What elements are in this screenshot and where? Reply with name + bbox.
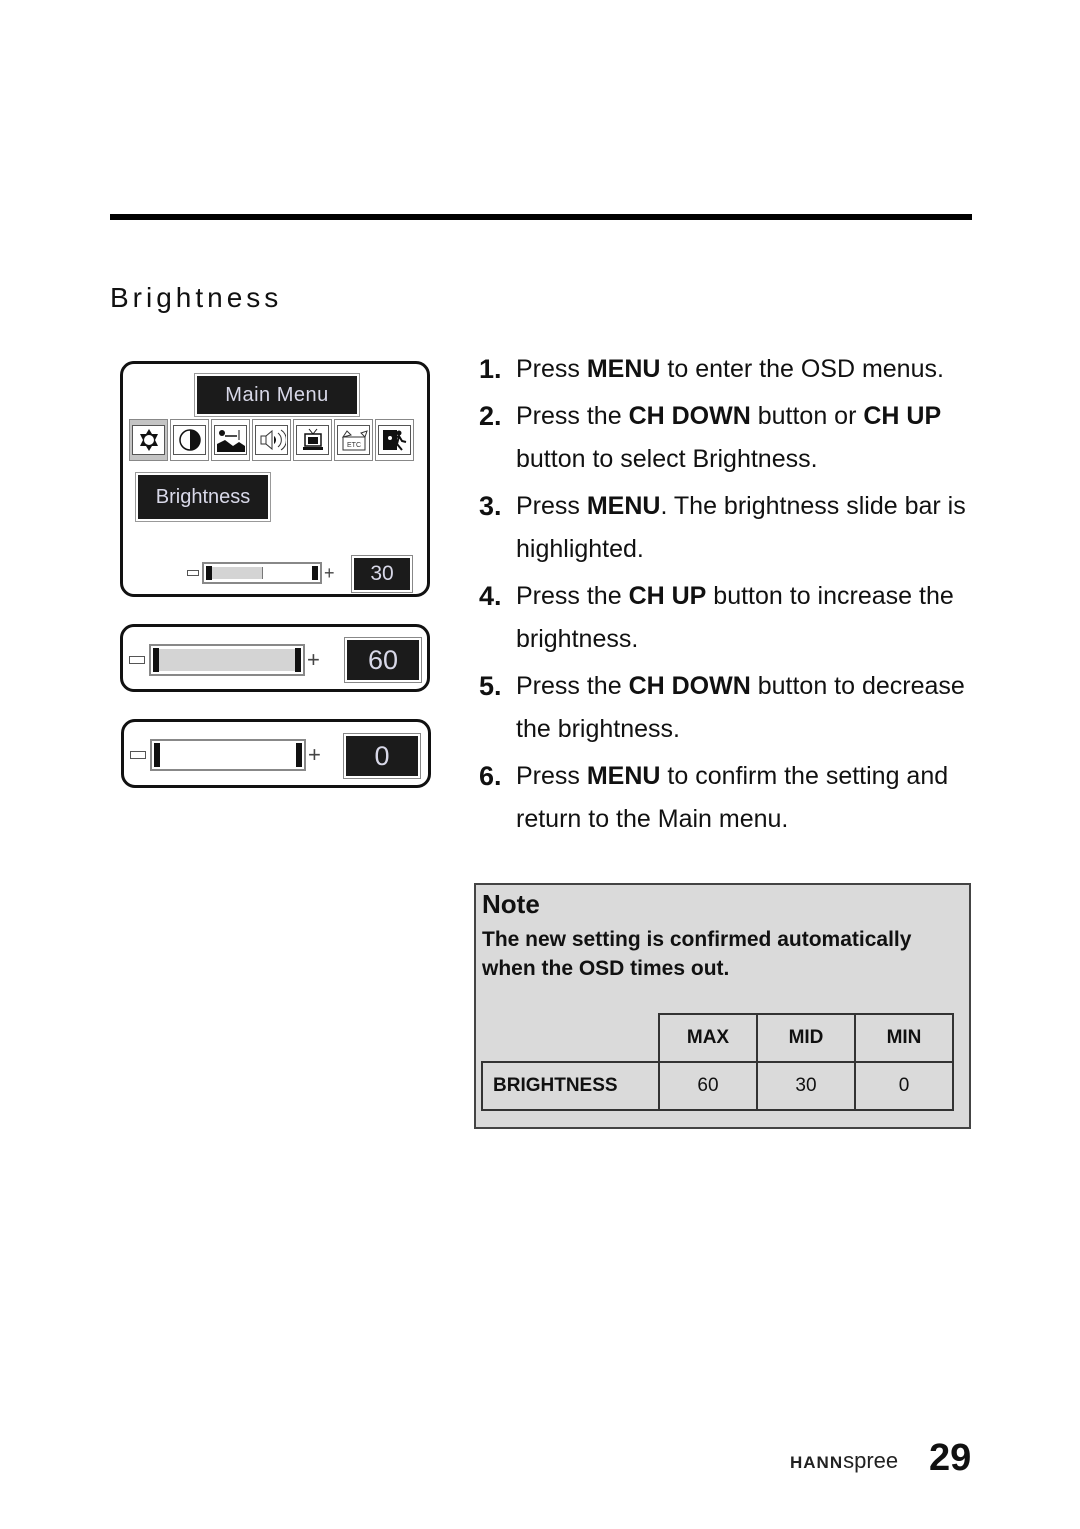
osd-tab-tv[interactable] <box>293 419 332 461</box>
step-text: Press <box>516 355 587 383</box>
table-corner-cell <box>482 1014 659 1063</box>
osd-tab-exit[interactable] <box>375 419 414 461</box>
step-keyword: CH DOWN <box>628 672 751 700</box>
osd-brightness-max: + 60 <box>120 624 430 692</box>
step-keyword: CH UP <box>628 582 707 610</box>
step-text: Press <box>516 762 587 790</box>
osd-brightness-slider[interactable]: + <box>187 562 335 584</box>
step-number: 1. <box>479 354 502 384</box>
table-row: BRIGHTNESS 60 30 0 <box>481 1061 954 1111</box>
osd-selected-item: Brightness <box>135 472 271 522</box>
step-keyword: MENU <box>586 762 661 790</box>
step-text: button to select Brightness. <box>516 445 818 473</box>
minus-icon <box>130 751 146 759</box>
table-header-mid: MID <box>756 1013 856 1063</box>
step-number: 5. <box>479 671 502 701</box>
brand-bold: HANN <box>790 1453 844 1472</box>
step-keyword: MENU <box>586 492 661 520</box>
step-text: button or <box>750 402 864 430</box>
plus-icon: + <box>324 563 335 583</box>
table-cell-max: 60 <box>658 1061 758 1111</box>
osd-tab-etc[interactable]: ETC <box>334 419 373 461</box>
step-number: 3. <box>479 491 502 521</box>
note-text: The new setting is confirmed automatical… <box>482 928 912 980</box>
osd-value-readout: 0 <box>343 733 421 779</box>
step-text: Press <box>516 492 587 520</box>
section-title: Brightness <box>110 282 283 313</box>
plus-icon: + <box>308 742 321 767</box>
step-number: 2. <box>479 401 502 431</box>
etc-icon: ETC <box>337 425 370 455</box>
slider-track[interactable] <box>150 739 306 771</box>
osd-tab-sound[interactable] <box>252 419 291 461</box>
brand-light: spree <box>843 1448 899 1473</box>
slider-track[interactable] <box>202 562 322 584</box>
brand-logo: HANNspree <box>790 1448 898 1474</box>
osd-value-readout: 60 <box>344 637 422 683</box>
step-item: 1. Press MENU to enter the OSD menus. <box>479 348 979 391</box>
slider-fill <box>159 649 296 671</box>
osd-menu-title: Main Menu <box>194 373 360 417</box>
osd-tab-contrast[interactable] <box>170 419 209 461</box>
note-title: Note <box>482 889 540 919</box>
table-cell-min: 0 <box>854 1061 954 1111</box>
slider-cap-right <box>312 566 318 580</box>
osd-brightness-min: + 0 <box>121 719 431 788</box>
brightness-icon <box>132 425 165 455</box>
step-number: 4. <box>479 581 502 611</box>
step-item: 5. Press the CH DOWN button to decrease t… <box>479 665 979 751</box>
contrast-icon <box>173 425 206 455</box>
step-item: 2. Press the CH DOWN button or CH UP butt… <box>479 395 979 481</box>
step-item: 3. Press MENU. The brightness slide bar i… <box>479 485 979 571</box>
etc-label: ETC <box>347 442 361 449</box>
osd-brightness-slider-min[interactable]: + <box>130 739 321 771</box>
step-item: 4. Press the CH UP button to increase the… <box>479 575 979 661</box>
exit-icon <box>378 425 411 455</box>
osd-tab-brightness[interactable] <box>129 419 168 461</box>
step-keyword: CH UP <box>863 402 942 430</box>
table-header-max: MAX <box>658 1013 758 1063</box>
page-number: 29 <box>929 1437 972 1479</box>
picture-icon <box>214 425 247 455</box>
step-text: to enter the OSD menus. <box>660 355 944 383</box>
slider-fill <box>212 567 263 579</box>
plus-icon: + <box>307 647 320 672</box>
osd-brightness-slider-max[interactable]: + <box>129 644 320 676</box>
tv-icon <box>296 425 329 455</box>
osd-main-menu: Main Menu ETC Brightness + 30 <box>120 361 430 597</box>
sound-icon <box>255 425 288 455</box>
slider-cap-right <box>296 743 302 767</box>
osd-value-readout: 30 <box>351 555 413 593</box>
brightness-values-table: MAX MID MIN BRIGHTNESS 60 30 0 <box>481 1013 954 1111</box>
step-text: Press the <box>516 402 629 430</box>
note-box: Note The new setting is confirmed automa… <box>474 883 971 1129</box>
minus-icon <box>187 570 199 576</box>
table-cell-mid: 30 <box>756 1061 856 1111</box>
step-keyword: MENU <box>586 355 661 383</box>
slider-track[interactable] <box>149 644 305 676</box>
step-text: Press the <box>516 672 629 700</box>
table-header-min: MIN <box>854 1013 954 1063</box>
step-number: 6. <box>479 761 502 791</box>
slider-cap-left <box>154 743 160 767</box>
table-header-row: MAX MID MIN <box>482 1013 954 1063</box>
step-text: Press the <box>516 582 629 610</box>
slider-cap-right <box>295 648 301 672</box>
osd-icon-row: ETC <box>129 419 414 461</box>
instruction-steps: 1. Press MENU to enter the OSD menus. 2. Pr… <box>479 348 979 841</box>
table-row-label: BRIGHTNESS <box>481 1061 660 1111</box>
top-rule <box>110 214 972 220</box>
osd-tab-picture[interactable] <box>211 419 250 461</box>
step-item: 6. Press MENU to confirm the setting and … <box>479 755 979 841</box>
minus-icon <box>129 656 145 664</box>
step-keyword: CH DOWN <box>628 402 751 430</box>
